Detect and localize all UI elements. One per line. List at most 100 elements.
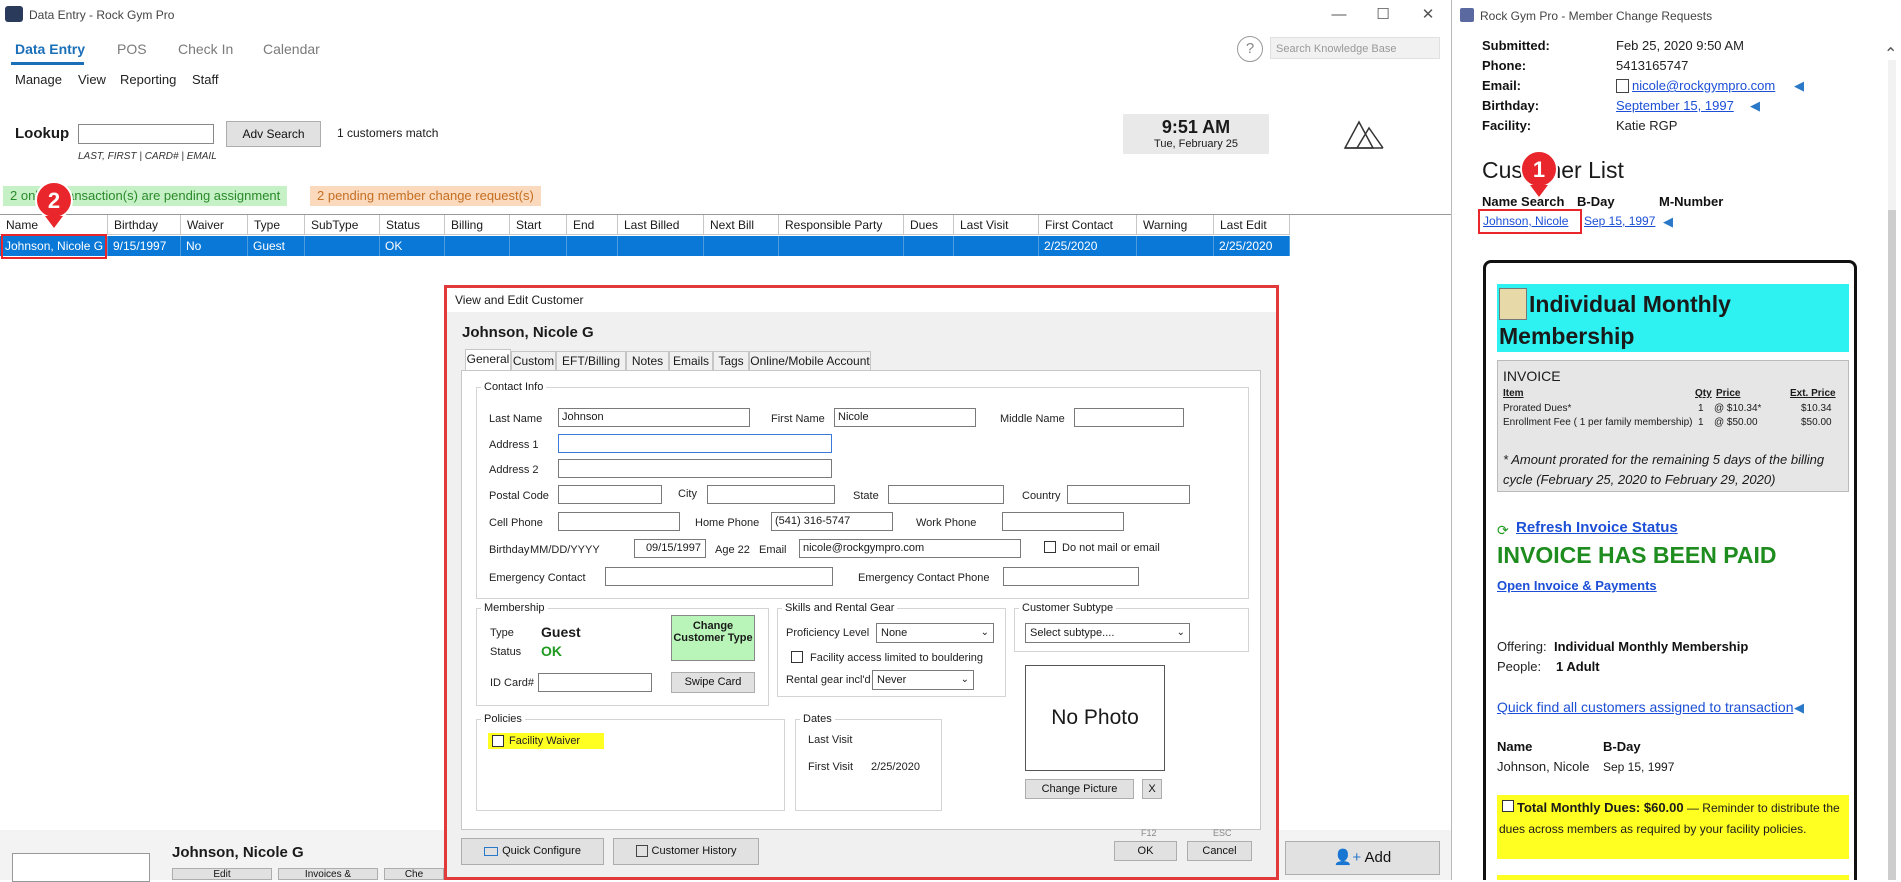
tab-online-mobile[interactable]: Online/Mobile Account [749, 351, 871, 371]
apply-arrow-icon[interactable]: ◀ [1663, 214, 1673, 230]
change-customer-type-button[interactable]: Change Customer Type [671, 615, 755, 661]
tab-tags[interactable]: Tags [713, 351, 749, 371]
ok-button[interactable]: OK [1114, 841, 1177, 861]
row-billing[interactable] [445, 236, 510, 256]
row-subtype[interactable] [305, 236, 380, 256]
bouldering-checkbox[interactable] [791, 651, 803, 663]
tab-custom[interactable]: Custom [511, 351, 556, 371]
birthday-field[interactable]: 09/15/1997 [634, 539, 706, 558]
pending-requests-banner[interactable]: 2 pending member change request(s) [310, 186, 541, 206]
tab-eft-billing[interactable]: EFT/Billing [556, 351, 626, 371]
swipe-card-button[interactable]: Swipe Card [671, 672, 755, 693]
row-status[interactable]: OK [380, 236, 445, 256]
refresh-invoice-link[interactable]: Refresh Invoice Status [1516, 519, 1678, 536]
refresh-icon[interactable]: ⟳ [1497, 522, 1509, 539]
row-start[interactable] [510, 236, 567, 256]
lookup-input[interactable] [78, 124, 214, 144]
state-field[interactable] [888, 485, 1004, 504]
col-birthday[interactable]: Birthday [108, 215, 181, 235]
remove-picture-button[interactable]: X [1142, 779, 1162, 799]
first-name-field[interactable]: Nicole [834, 408, 976, 427]
minimize-icon[interactable]: — [1325, 4, 1353, 26]
proficiency-select[interactable]: None ⌄ [876, 623, 994, 643]
adv-search-button[interactable]: Adv Search [226, 121, 321, 147]
last-name-field[interactable]: Johnson [558, 408, 750, 427]
scrollbar-thumb[interactable] [1888, 210, 1896, 880]
copy-icon[interactable] [1616, 79, 1629, 93]
row-warning[interactable] [1137, 236, 1214, 256]
col-start[interactable]: Start [510, 215, 567, 235]
col-dues[interactable]: Dues [904, 215, 954, 235]
emergency-phone-field[interactable] [1003, 567, 1139, 586]
check-button[interactable]: Che [384, 868, 444, 880]
tab-general[interactable]: General [465, 349, 511, 371]
home-phone-field[interactable]: (541) 316-5747 [771, 512, 893, 531]
cell-phone-field[interactable] [558, 512, 680, 531]
emergency-contact-field[interactable] [605, 567, 833, 586]
row-type[interactable]: Guest [248, 236, 305, 256]
row-birthday[interactable]: 9/15/1997 [108, 236, 181, 256]
tab-emails[interactable]: Emails [669, 351, 713, 371]
rental-gear-select[interactable]: Never ⌄ [872, 670, 974, 690]
col-waiver[interactable]: Waiver [181, 215, 248, 235]
row-waiver[interactable]: No [181, 236, 248, 256]
menu-view[interactable]: View [78, 72, 106, 87]
middle-name-field[interactable] [1074, 408, 1184, 427]
col-subtype[interactable]: SubType [305, 215, 380, 235]
col-end[interactable]: End [567, 215, 618, 235]
city-field[interactable] [707, 485, 835, 504]
row-end[interactable] [567, 236, 618, 256]
email-field[interactable]: nicole@rockgympro.com [799, 539, 1021, 558]
row-last-visit[interactable] [954, 236, 1039, 256]
col-status[interactable]: Status [380, 215, 445, 235]
tab-check-in[interactable]: Check In [178, 41, 233, 57]
menu-manage[interactable]: Manage [15, 72, 62, 87]
no-mail-checkbox[interactable] [1044, 541, 1056, 553]
facility-waiver-checkbox[interactable] [492, 735, 504, 747]
tab-notes[interactable]: Notes [626, 351, 669, 371]
postal-code-field[interactable] [558, 485, 662, 504]
work-phone-field[interactable] [1002, 512, 1124, 531]
cancel-button[interactable]: Cancel [1187, 841, 1252, 861]
col-last-billed[interactable]: Last Billed [618, 215, 704, 235]
close-icon[interactable]: ✕ [1414, 4, 1442, 26]
tab-pos[interactable]: POS [117, 41, 147, 57]
row-dues[interactable] [904, 236, 954, 256]
apply-arrow-icon[interactable]: ◀ [1794, 700, 1804, 716]
knowledge-base-search[interactable]: Search Knowledge Base [1270, 37, 1440, 59]
maximize-icon[interactable]: ☐ [1369, 4, 1397, 26]
tab-calendar[interactable]: Calendar [263, 41, 320, 57]
edit-button[interactable]: Edit [172, 868, 272, 880]
email-link[interactable]: nicole@rockgympro.com [1632, 78, 1775, 93]
col-responsible-party[interactable]: Responsible Party [779, 215, 904, 235]
col-last-visit[interactable]: Last Visit [954, 215, 1039, 235]
subtype-select[interactable]: Select subtype.... ⌄ [1025, 623, 1190, 643]
col-warning[interactable]: Warning [1137, 215, 1214, 235]
col-type[interactable]: Type [248, 215, 305, 235]
id-card-field[interactable] [538, 673, 652, 692]
address1-field[interactable] [558, 434, 832, 453]
country-field[interactable] [1067, 485, 1190, 504]
row-first-contact[interactable]: 2/25/2020 [1039, 236, 1137, 256]
address2-field[interactable] [558, 459, 832, 478]
invoices-button[interactable]: Invoices & [278, 868, 378, 880]
menu-staff[interactable]: Staff [192, 72, 219, 87]
col-last-edit[interactable]: Last Edit [1214, 215, 1290, 235]
apply-arrow-icon[interactable]: ◀ [1750, 98, 1760, 114]
customer-bday-link[interactable]: Sep 15, 1997 [1584, 214, 1655, 228]
row-next-bill[interactable] [704, 236, 779, 256]
help-icon[interactable]: ? [1237, 36, 1263, 62]
customer-history-button[interactable]: Customer History [613, 838, 759, 865]
apply-arrow-icon[interactable]: ◀ [1794, 78, 1804, 94]
row-last-billed[interactable] [618, 236, 704, 256]
change-picture-button[interactable]: Change Picture [1025, 779, 1134, 799]
col-first-contact[interactable]: First Contact [1039, 215, 1137, 235]
quick-configure-button[interactable]: Quick Configure [461, 838, 604, 865]
col-billing[interactable]: Billing [445, 215, 510, 235]
add-button[interactable]: 👤+ Add [1285, 841, 1440, 875]
tab-data-entry[interactable]: Data Entry [15, 41, 85, 57]
row-responsible-party[interactable] [779, 236, 904, 256]
row-last-edit[interactable]: 2/25/2020 [1214, 236, 1290, 256]
menu-reporting[interactable]: Reporting [120, 72, 176, 87]
open-invoice-link[interactable]: Open Invoice & Payments [1497, 578, 1657, 593]
